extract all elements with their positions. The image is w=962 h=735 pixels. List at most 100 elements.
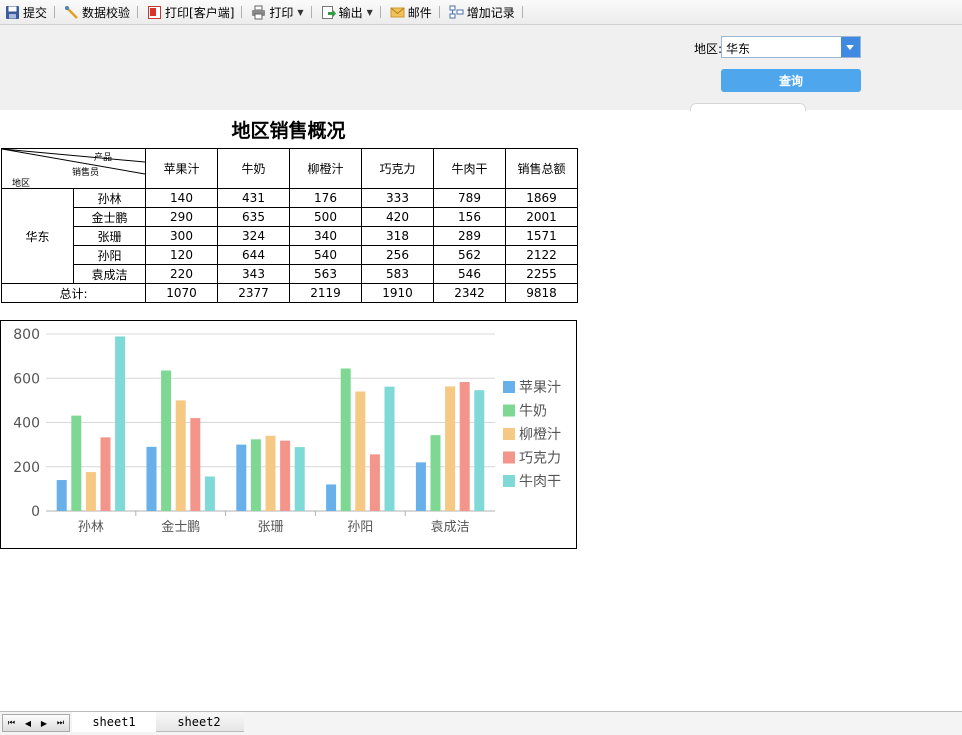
header-corner: 产品 销售员 地区 bbox=[1, 148, 146, 189]
total-cell: 2342 bbox=[433, 283, 506, 303]
bar bbox=[236, 444, 247, 511]
bar bbox=[71, 415, 82, 511]
bar bbox=[369, 454, 380, 511]
y-tick-label: 800 bbox=[13, 327, 40, 343]
salesperson-cell: 孙林 bbox=[73, 188, 146, 208]
validate-button[interactable]: 数据校验 bbox=[61, 2, 133, 23]
legend-label: 牛奶 bbox=[519, 404, 547, 420]
bar bbox=[250, 439, 261, 511]
column-header: 牛肉干 bbox=[433, 148, 506, 189]
value-cell: 431 bbox=[217, 188, 290, 208]
value-cell: 256 bbox=[361, 245, 434, 265]
save-icon bbox=[5, 5, 20, 20]
column-header: 苹果汁 bbox=[145, 148, 218, 189]
total-cell: 1070 bbox=[145, 283, 218, 303]
validate-label: 数据校验 bbox=[82, 5, 131, 20]
value-cell: 563 bbox=[289, 264, 362, 284]
y-tick-label: 200 bbox=[13, 460, 40, 476]
value-cell: 546 bbox=[433, 264, 506, 284]
legend-label: 柳橙汁 bbox=[519, 426, 561, 443]
toolbar-separator bbox=[241, 6, 243, 18]
prev-sheet-icon[interactable]: ◀ bbox=[25, 719, 31, 728]
sheet-nav: ⏮ ◀ ▶ ⏭ bbox=[2, 714, 70, 732]
y-tick-label: 600 bbox=[13, 371, 40, 387]
add-record-button[interactable]: 增加记录 bbox=[446, 2, 518, 23]
legend-label: 巧克力 bbox=[519, 451, 561, 467]
export-icon bbox=[321, 5, 336, 20]
next-sheet-icon[interactable]: ▶ bbox=[41, 719, 47, 728]
corner-product-label: 产品 bbox=[94, 153, 113, 163]
print-label: 打印 bbox=[269, 5, 294, 20]
client-print-button[interactable]: 打印[客户端] bbox=[144, 2, 237, 23]
y-tick-label: 400 bbox=[13, 416, 40, 432]
print-button[interactable]: 打印 ▼ bbox=[248, 2, 306, 23]
toolbar-separator bbox=[310, 6, 312, 18]
value-cell: 635 bbox=[217, 207, 290, 227]
x-tick-label: 金士鹏 bbox=[161, 519, 200, 535]
submit-label: 提交 bbox=[23, 5, 48, 20]
toolbar-separator bbox=[379, 6, 381, 18]
column-header: 销售总额 bbox=[505, 148, 578, 189]
collapse-handle[interactable] bbox=[690, 103, 806, 111]
column-header: 牛奶 bbox=[217, 148, 290, 189]
first-sheet-icon[interactable]: ⏮ bbox=[8, 718, 15, 728]
x-tick-label: 孙林 bbox=[78, 520, 104, 535]
bar bbox=[415, 462, 426, 511]
table-row: 孙阳 120 644 540 256 562 2122 bbox=[2, 245, 578, 265]
sheet-tab-sheet2[interactable]: sheet2 bbox=[154, 712, 244, 732]
salesperson-cell: 张珊 bbox=[73, 226, 146, 246]
value-cell: 176 bbox=[289, 188, 362, 208]
total-cell: 1910 bbox=[361, 283, 434, 303]
corner-salesperson-label: 销售员 bbox=[72, 168, 100, 178]
toolbar-separator bbox=[521, 6, 523, 18]
bar bbox=[265, 435, 276, 511]
pdf-print-icon bbox=[147, 5, 162, 20]
chevron-down-icon[interactable] bbox=[841, 37, 860, 57]
bar bbox=[474, 390, 485, 511]
query-button[interactable]: 查询 bbox=[721, 69, 861, 92]
bar bbox=[445, 386, 456, 511]
value-cell: 300 bbox=[145, 226, 218, 246]
bar bbox=[161, 370, 172, 511]
toolbar: 提交 数据校验 打印[客户端] 打印 ▼ 输出 ▼ 邮件 增加记录 bbox=[0, 0, 962, 25]
value-cell: 140 bbox=[145, 188, 218, 208]
bar bbox=[280, 440, 291, 511]
value-cell: 220 bbox=[145, 264, 218, 284]
value-cell: 1571 bbox=[505, 226, 578, 246]
export-label: 输出 bbox=[338, 5, 363, 20]
legend-label: 苹果汁 bbox=[519, 380, 561, 396]
x-tick-label: 孙阳 bbox=[347, 520, 373, 535]
chart-canvas: 0 200 400 600 800 孙林 金士鹏 张珊 孙阳 袁成洁 苹果汁牛奶柳橙汁巧克力牛肉干 bbox=[13, 327, 561, 535]
total-label: 总计: bbox=[1, 283, 146, 303]
table-row: 金士鹏 290 635 500 420 156 2001 bbox=[2, 207, 578, 227]
value-cell: 2122 bbox=[505, 245, 578, 265]
legend-swatch bbox=[503, 428, 515, 440]
bar bbox=[355, 391, 366, 511]
sheet-tab-sheet1[interactable]: sheet1 bbox=[72, 712, 156, 732]
column-header: 柳橙汁 bbox=[289, 148, 362, 189]
toolbar-separator bbox=[438, 6, 440, 18]
value-cell: 340 bbox=[289, 226, 362, 246]
salesperson-cell: 金士鹏 bbox=[73, 207, 146, 227]
bar bbox=[115, 336, 126, 511]
total-cell: 2377 bbox=[217, 283, 290, 303]
parameter-pane: 地区: 华东 查询 bbox=[0, 25, 962, 111]
value-cell: 289 bbox=[433, 226, 506, 246]
last-sheet-icon[interactable]: ⏭ bbox=[57, 718, 64, 728]
validate-icon bbox=[64, 5, 79, 20]
region-select[interactable]: 华东 bbox=[721, 36, 861, 58]
region-label: 地区: bbox=[694, 42, 723, 56]
corner-region-label: 地区 bbox=[12, 179, 31, 189]
export-button[interactable]: 输出 ▼ bbox=[318, 2, 376, 23]
value-cell: 318 bbox=[361, 226, 434, 246]
bar bbox=[340, 368, 351, 511]
table-row: 张珊 300 324 340 318 289 1571 bbox=[2, 226, 578, 246]
submit-button[interactable]: 提交 bbox=[2, 2, 50, 23]
legend-swatch bbox=[503, 404, 515, 417]
bar bbox=[146, 446, 157, 511]
printer-icon bbox=[251, 5, 266, 20]
report-title: 地区销售概况 bbox=[231, 120, 346, 142]
mail-button[interactable]: 邮件 bbox=[387, 2, 435, 23]
toolbar-separator bbox=[137, 6, 139, 18]
value-cell: 1869 bbox=[505, 188, 578, 208]
